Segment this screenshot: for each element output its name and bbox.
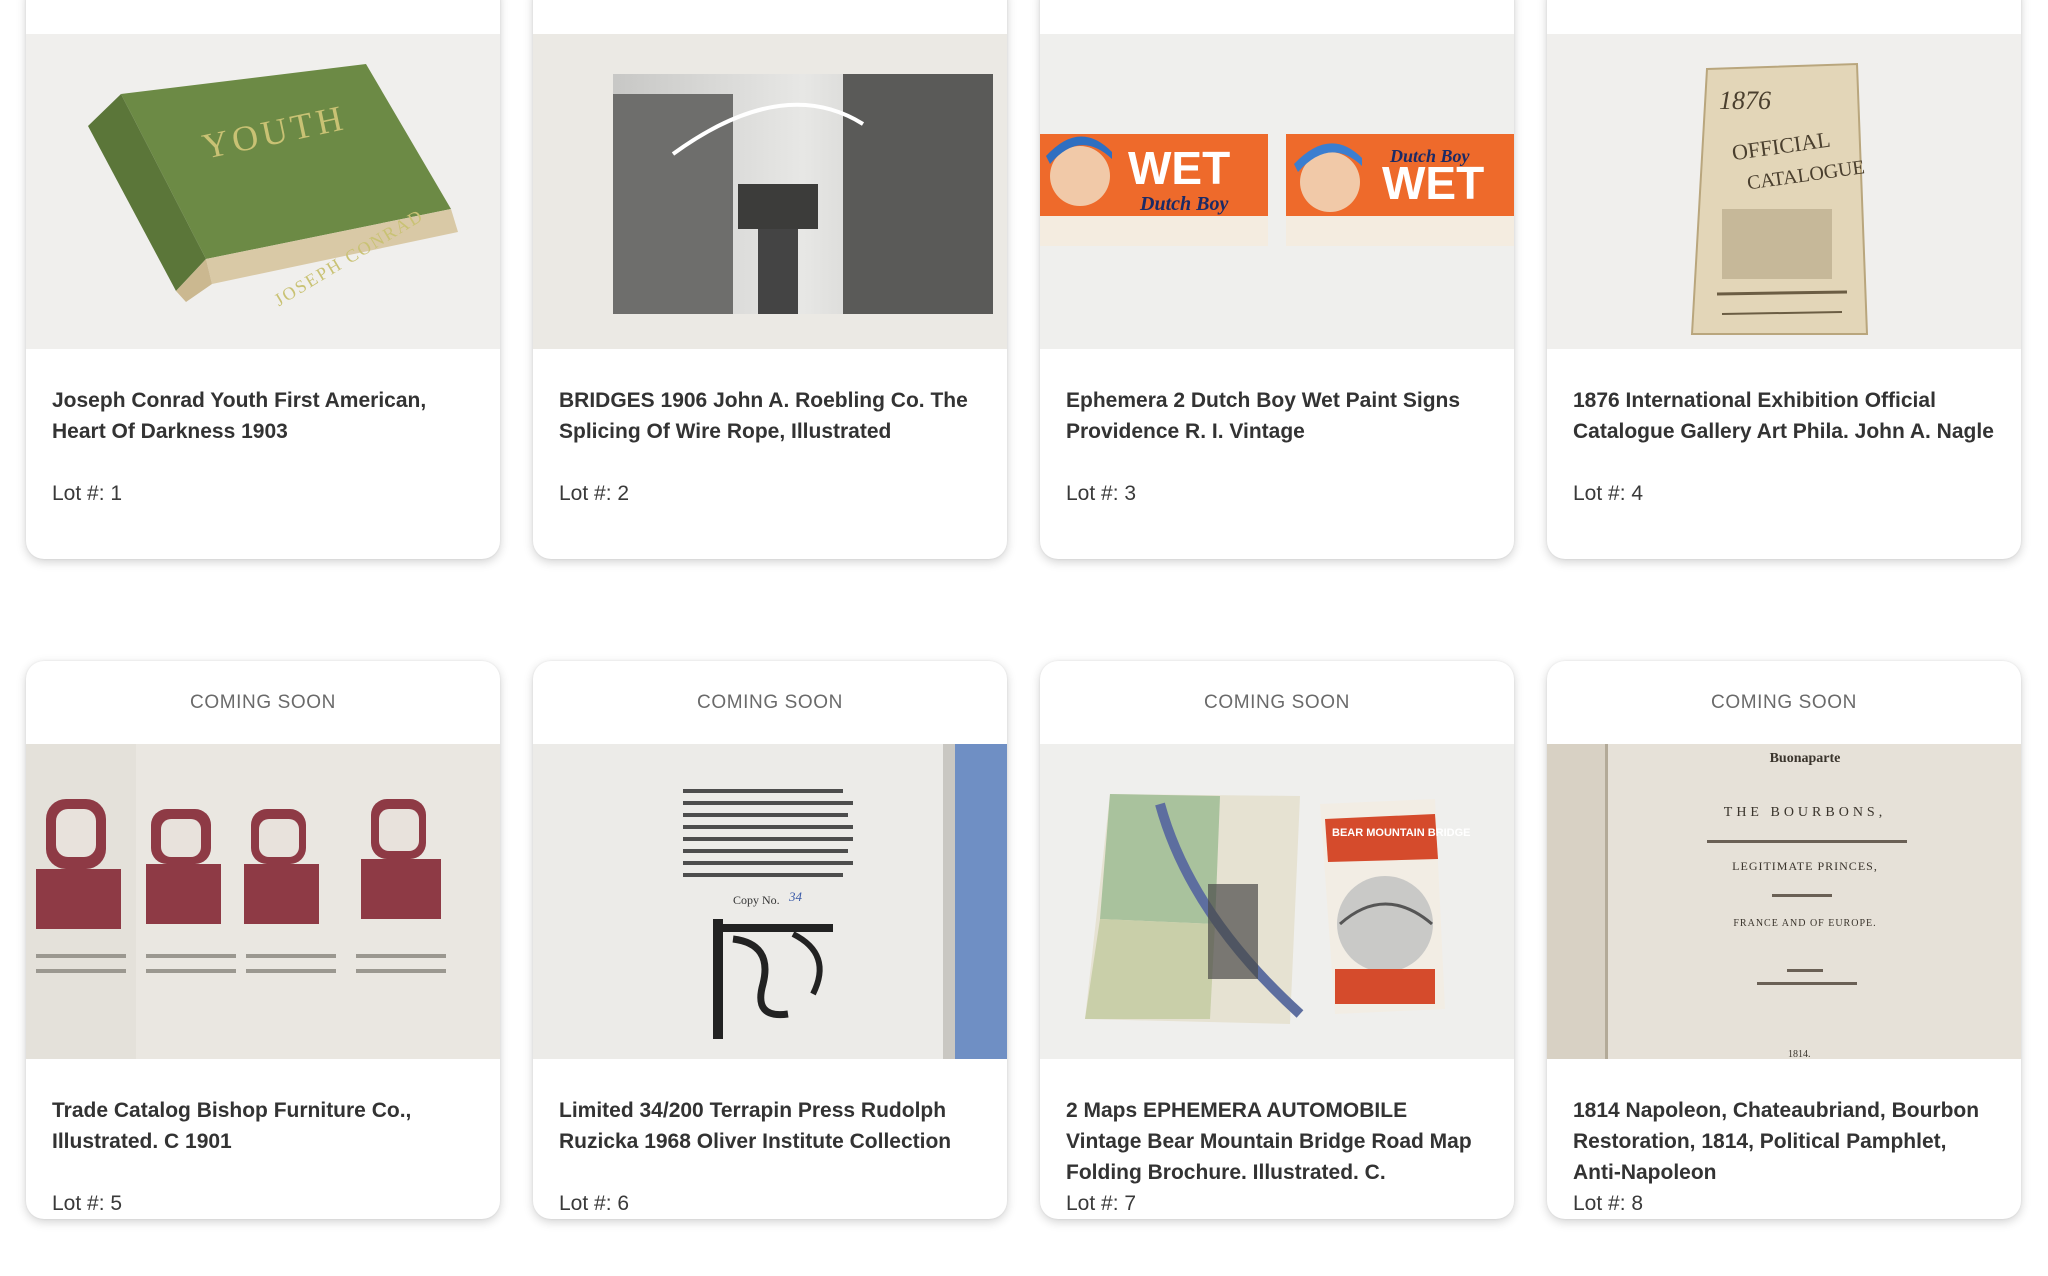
- lot-title[interactable]: 1876 International Exhibition Official C…: [1573, 385, 1995, 478]
- pamphlet-year: 1814.: [1788, 1049, 1811, 1059]
- lot-image[interactable]: YOUTH JOSEPH CONRAD: [26, 34, 500, 349]
- sign-brand-left: Dutch Boy: [1139, 193, 1228, 215]
- lot-card[interactable]: WET Dutch Boy WET Dutch Boy Ephemera 2 D…: [1040, 0, 1514, 559]
- coming-soon-badge: COMING SOON: [1204, 691, 1350, 713]
- colophon-page-image: Copy No. 34: [533, 744, 1007, 1059]
- lot-title[interactable]: Ephemera 2 Dutch Boy Wet Paint Signs Pro…: [1066, 385, 1488, 447]
- lot-card[interactable]: COMING SOON Buonaparte THE BOURBONS, LEG…: [1547, 661, 2021, 1219]
- wet-paint-signs-image: WET Dutch Boy WET Dutch Boy: [1040, 34, 1514, 349]
- lot-grid: YOUTH JOSEPH CONRAD Joseph Conrad Youth …: [26, 0, 2021, 1219]
- card-body: Limited 34/200 Terrapin Press Rudolph Ru…: [533, 1059, 1007, 1219]
- lot-image[interactable]: [533, 34, 1007, 349]
- lot-number: Lot #: 7: [1066, 1192, 1137, 1215]
- card-header: [533, 0, 1007, 34]
- lot-image[interactable]: Buonaparte THE BOURBONS, LEGITIMATE PRIN…: [1547, 744, 2021, 1059]
- copy-number: 34: [788, 889, 803, 904]
- pamphlet-heading: Buonaparte: [1770, 751, 1841, 766]
- card-body: Trade Catalog Bishop Furniture Co., Illu…: [26, 1059, 500, 1219]
- lot-number: Lot #: 6: [559, 1192, 630, 1215]
- lot-image[interactable]: [26, 744, 500, 1059]
- lot-title[interactable]: BRIDGES 1906 John A. Roebling Co. The Sp…: [559, 385, 981, 447]
- coming-soon-badge: COMING SOON: [190, 691, 336, 713]
- lot-image[interactable]: BEAR MOUNTAIN BRIDGE: [1040, 744, 1514, 1059]
- lot-image[interactable]: Copy No. 34: [533, 744, 1007, 1059]
- coming-soon-badge: COMING SOON: [697, 691, 843, 713]
- lot-title[interactable]: Joseph Conrad Youth First American, Hear…: [52, 385, 474, 447]
- lot-number: Lot #: 2: [559, 482, 630, 505]
- coming-soon-badge: COMING SOON: [1711, 691, 1857, 713]
- lot-title[interactable]: Limited 34/200 Terrapin Press Rudolph Ru…: [559, 1095, 981, 1157]
- lot-image[interactable]: 1876 OFFICIAL CATALOGUE: [1547, 34, 2021, 349]
- card-header: [1040, 0, 1514, 34]
- sign-word-left: WET: [1128, 142, 1230, 194]
- lot-card[interactable]: COMING SOON Trade Catalog Bishop Furnitu…: [26, 661, 500, 1219]
- lot-card[interactable]: COMING SOON BEAR MOUNTAIN BRIDGE 2 Maps …: [1040, 661, 1514, 1219]
- card-body: 1814 Napoleon, Chateaubriand, Bourbon Re…: [1547, 1059, 2021, 1219]
- exhibition-catalogue-image: 1876 OFFICIAL CATALOGUE: [1547, 34, 2021, 349]
- pamphlet-line3: FRANCE AND OF EUROPE.: [1733, 918, 1876, 929]
- pamphlet-line2: LEGITIMATE PRINCES,: [1732, 859, 1878, 873]
- lot-card[interactable]: YOUTH JOSEPH CONRAD Joseph Conrad Youth …: [26, 0, 500, 559]
- card-body: 2 Maps EPHEMERA AUTOMOBILE Vintage Bear …: [1040, 1059, 1514, 1219]
- lot-number: Lot #: 8: [1573, 1192, 1644, 1215]
- lot-number: Lot #: 4: [1573, 482, 1644, 505]
- lot-number: Lot #: 1: [52, 482, 123, 505]
- card-header: [26, 0, 500, 34]
- card-body: Joseph Conrad Youth First American, Hear…: [26, 349, 500, 509]
- card-body: BRIDGES 1906 John A. Roebling Co. The Sp…: [533, 349, 1007, 509]
- green-book-image: YOUTH JOSEPH CONRAD: [26, 34, 500, 349]
- lot-title[interactable]: 1814 Napoleon, Chateaubriand, Bourbon Re…: [1573, 1095, 1995, 1188]
- lot-image[interactable]: WET Dutch Boy WET Dutch Boy: [1040, 34, 1514, 349]
- napoleon-pamphlet-image: Buonaparte THE BOURBONS, LEGITIMATE PRIN…: [1547, 744, 2021, 1059]
- lot-number: Lot #: 5: [52, 1192, 123, 1215]
- lot-title[interactable]: Trade Catalog Bishop Furniture Co., Illu…: [52, 1095, 474, 1157]
- furniture-catalog-image: [26, 744, 500, 1059]
- lot-card[interactable]: 1876 OFFICIAL CATALOGUE 1876 Internation…: [1547, 0, 2021, 559]
- card-body: Ephemera 2 Dutch Boy Wet Paint Signs Pro…: [1040, 349, 1514, 509]
- pamphlet-line1: THE BOURBONS,: [1724, 805, 1886, 820]
- lot-title[interactable]: 2 Maps EPHEMERA AUTOMOBILE Vintage Bear …: [1066, 1095, 1488, 1188]
- copy-label: Copy No.: [733, 893, 780, 907]
- card-header: [1547, 0, 2021, 34]
- road-maps-image: BEAR MOUNTAIN BRIDGE: [1040, 744, 1514, 1059]
- brochure-title: BEAR MOUNTAIN BRIDGE: [1332, 827, 1471, 839]
- lot-number: Lot #: 3: [1066, 482, 1137, 505]
- catalogue-year: 1876: [1719, 86, 1771, 115]
- card-body: 1876 International Exhibition Official C…: [1547, 349, 2021, 509]
- lot-card[interactable]: BRIDGES 1906 John A. Roebling Co. The Sp…: [533, 0, 1007, 559]
- lot-card[interactable]: COMING SOON Copy No. 34 Limited 34/200 T…: [533, 661, 1007, 1219]
- sign-brand-right: Dutch Boy: [1389, 146, 1471, 166]
- wire-rope-photo-image: [533, 34, 1007, 349]
